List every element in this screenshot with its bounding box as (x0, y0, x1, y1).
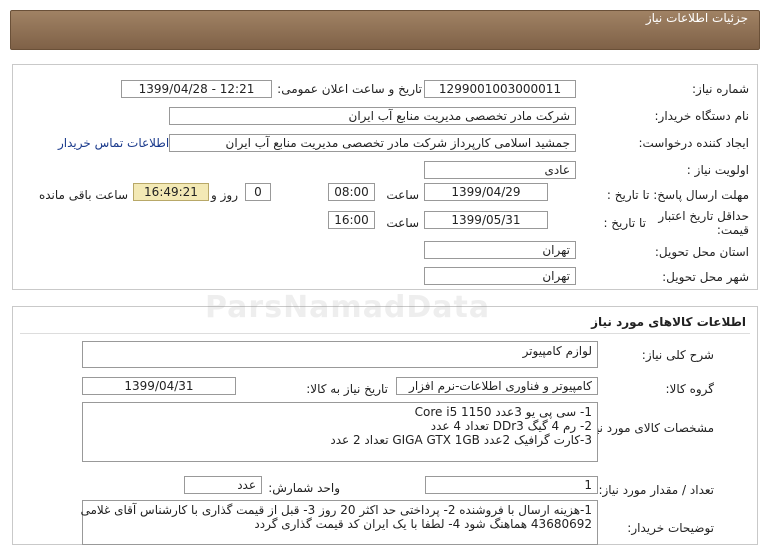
specs-line-1: 1- سی پی یو 3عدد Core i5 1150 (414, 405, 592, 419)
goods-group-label: گروه کالا: (665, 382, 715, 396)
buyer-notes-field: 1-هزینه ارسال با فروشنده 2- پرداختی حد ا… (80, 500, 598, 545)
reply-time-field: 08:00 (328, 183, 375, 201)
specs-line-2: 2- رم 4 گیگ DDr3 تعداد 4 عدد (430, 419, 592, 433)
priority-field: عادی (424, 161, 576, 179)
validity-time-label: ساعت (386, 216, 419, 230)
specs-label: مشخصات کالای مورد نیاز: (582, 421, 714, 435)
delivery-province-field: تهران (424, 241, 576, 259)
validity-date-field: 1399/05/31 (424, 211, 548, 229)
quantity-field: 1 (425, 476, 598, 494)
reply-deadline-label: مهلت ارسال پاسخ: تا تاریخ : (606, 188, 749, 202)
watermark: ParsNamadData (205, 290, 491, 325)
goods-section-divider (20, 333, 750, 334)
need-number-field: 1299001003000011 (424, 80, 576, 98)
price-validity-label-line1: حداقل تاریخ اعتبار (658, 209, 749, 223)
reply-date-field: 1399/04/29 (424, 183, 548, 201)
unit-label: واحد شمارش: (268, 481, 340, 495)
need-number-label: شماره نیاز: (692, 82, 749, 96)
specs-field: 1- سی پی یو 3عدد Core i5 1150 2- رم 4 گی… (82, 402, 598, 462)
buyer-notes-line-1: 1-هزینه ارسال با فروشنده 2- پرداختی حد ا… (80, 503, 592, 517)
announce-datetime-label: تاریخ و ساعت اعلان عمومی: (277, 82, 422, 96)
need-summary-field: لوازم کامپیوتر (82, 341, 598, 368)
price-validity-label-line2: قیمت: (716, 223, 749, 237)
priority-label: اولویت نیاز : (686, 163, 749, 177)
days-remaining-field: 0 (245, 183, 271, 201)
requester-label: ایجاد کننده درخواست: (638, 136, 749, 150)
reply-time-label: ساعت (386, 188, 419, 202)
goods-group-field: کامپیوتر و فناوری اطلاعات-نرم افزار (396, 377, 598, 395)
goods-section-title: اطلاعات کالاهای مورد نیاز (591, 315, 746, 329)
buyer-org-label: نام دستگاه خریدار: (654, 109, 750, 123)
announce-datetime-field: 1399/04/28 - 12:21 (121, 80, 272, 98)
buyer-notes-line-2: 43680692 هماهنگ شود 4- لطفا با یک ایران … (254, 517, 592, 531)
need-summary-label: شرح کلی نیاز: (641, 348, 714, 362)
buyer-notes-label: توضیحات خریدار: (627, 521, 714, 535)
specs-line-3: 3-کارت گرافیک 2عدد GIGA GTX 1GB تعداد 2 … (330, 433, 592, 447)
remaining-time-field: 16:49:21 (133, 183, 209, 201)
delivery-city-label: شهر محل تحویل: (662, 270, 749, 284)
remaining-time-label: ساعت باقی مانده (38, 188, 128, 202)
days-label: روز و (211, 188, 238, 202)
delivery-city-field: تهران (424, 267, 576, 285)
need-date-label: تاریخ نیاز به کالا: (306, 382, 388, 396)
need-summary-text: لوازم کامپیوتر (522, 344, 592, 358)
validity-time-field: 16:00 (328, 211, 375, 229)
quantity-label: تعداد / مقدار مورد نیاز: (598, 483, 714, 497)
requester-field: جمشید اسلامی کارپرداز شرکت مادر تخصصی مد… (169, 134, 576, 152)
page-title: جزئیات اطلاعات نیاز (645, 11, 748, 25)
need-date-field: 1399/04/31 (82, 377, 236, 395)
delivery-province-label: استان محل تحویل: (654, 245, 749, 259)
buyer-contact-link[interactable]: اطلاعات تماس خریدار (58, 136, 169, 150)
validity-until-label: تا تاریخ : (603, 216, 646, 230)
buyer-org-field: شرکت مادر تخصصی مدیریت منابع آب ایران (169, 107, 576, 125)
unit-field: عدد (184, 476, 262, 494)
